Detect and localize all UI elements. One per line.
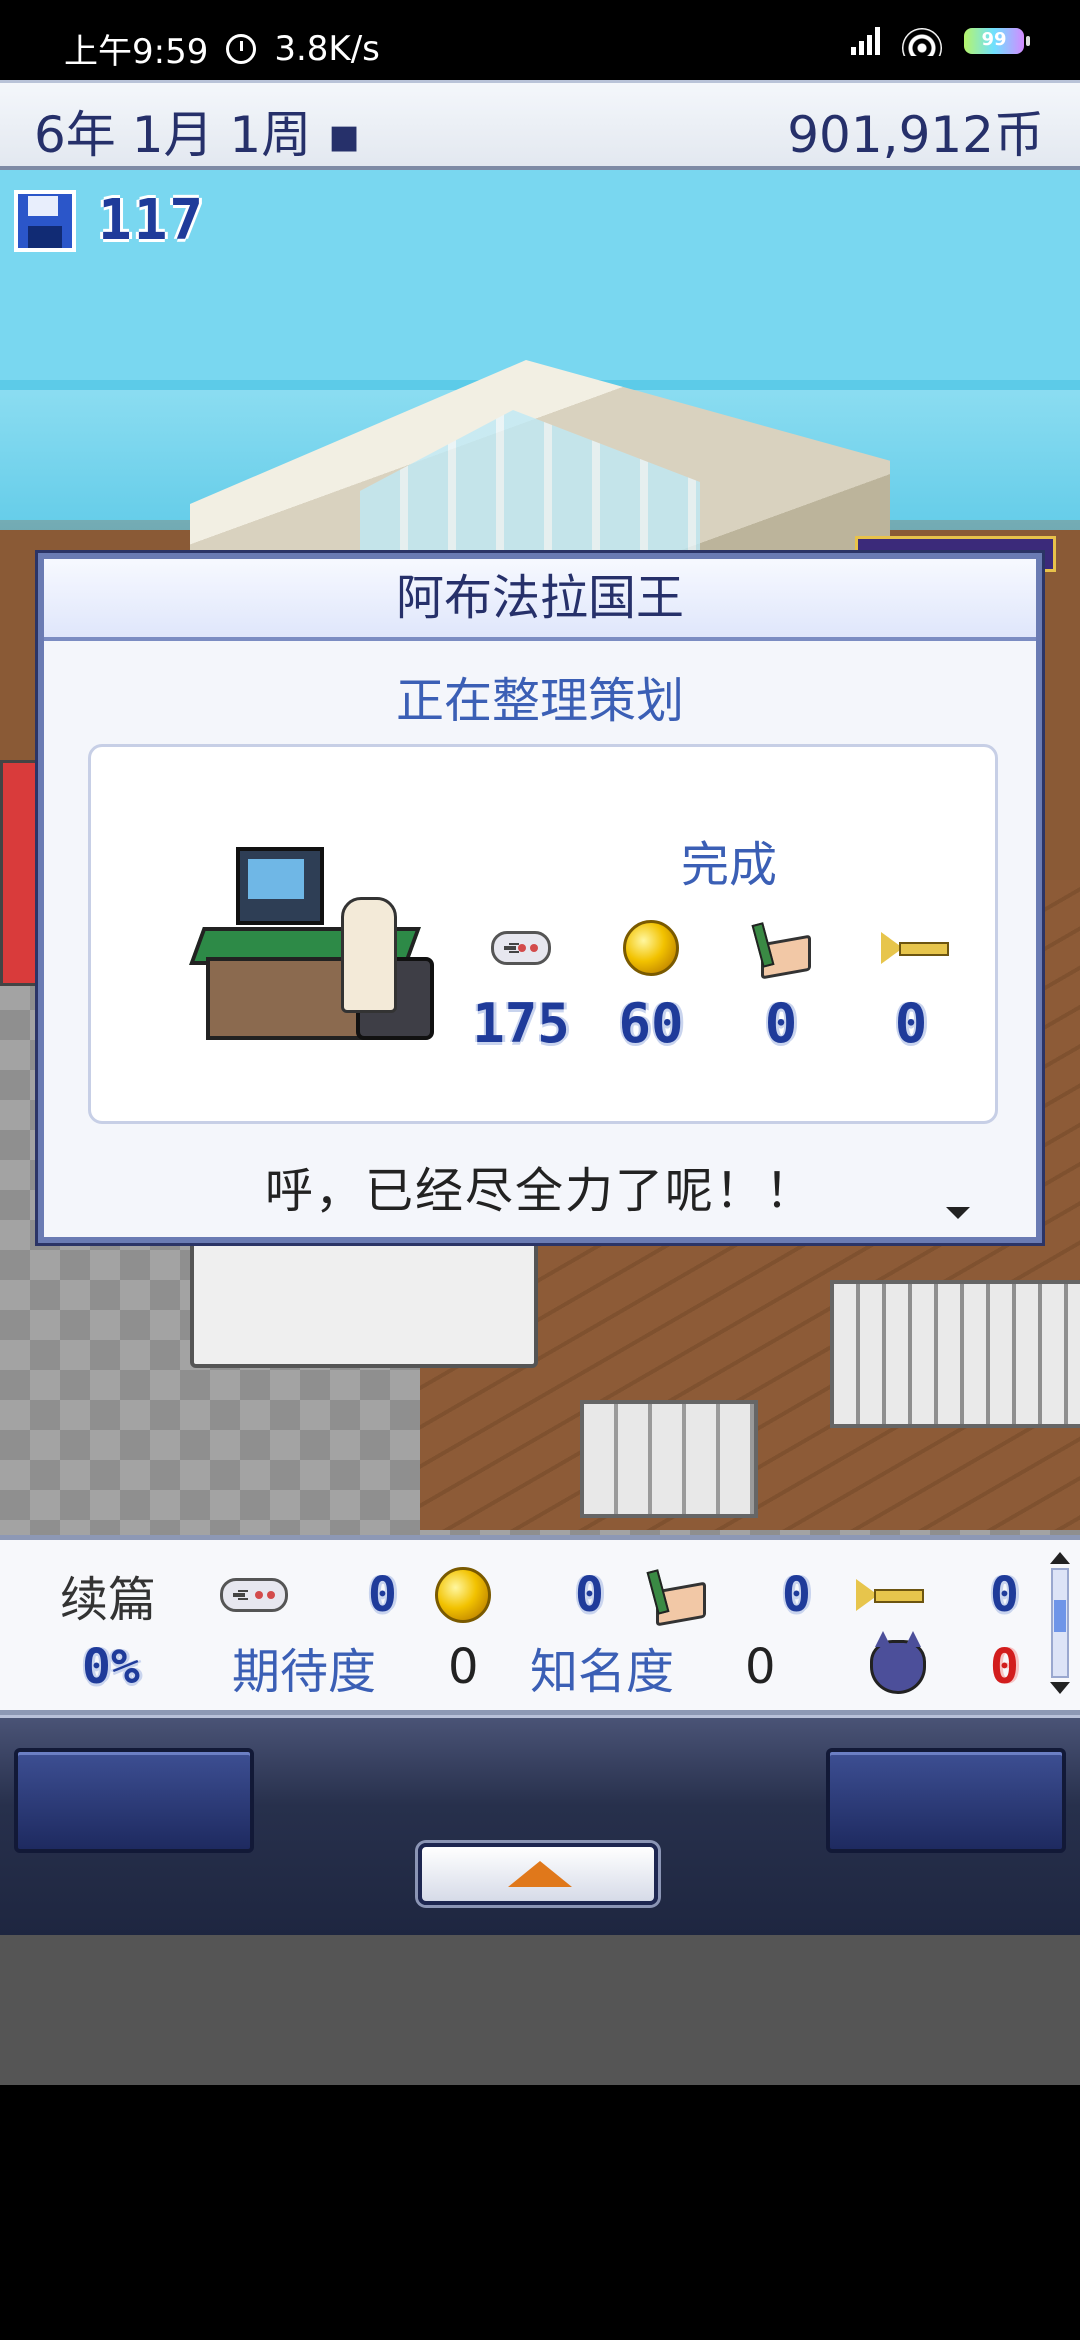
- scroll-down-icon[interactable]: [1050, 1682, 1070, 1694]
- fame-label: 知名度: [530, 1644, 675, 1700]
- coin-icon: [623, 920, 679, 976]
- trumpet-icon: [856, 1575, 924, 1615]
- stats-row-1: 续篇 0 0 0 0: [0, 1560, 1050, 1630]
- gamepad-icon: [220, 1578, 288, 1612]
- left-menu-button[interactable]: [14, 1748, 254, 1853]
- paintbrush-icon: [648, 1570, 704, 1620]
- money-amount: 901,912币: [787, 106, 1044, 164]
- status-complete: 完成: [681, 837, 778, 893]
- stats-scrollbar[interactable]: [1048, 1552, 1072, 1702]
- progress-percent: 0%: [82, 1639, 140, 1695]
- alarm-icon: [226, 33, 257, 64]
- bug-devil-icon: [870, 1631, 926, 1694]
- coin-icon: [435, 1567, 491, 1623]
- project-dialog[interactable]: 阿布法拉国王 正在整理策划 完成 175 60 0 0 呼，已经尽全力了呢！！: [38, 553, 1042, 1243]
- continue-arrow-icon[interactable]: [946, 1207, 970, 1219]
- paintbrush-icon: [753, 923, 809, 973]
- project-stats-bar[interactable]: 续篇 0 0 0 0 0% 期待度 0 知名度 0 0: [0, 1535, 1080, 1715]
- status-time: 上午9:59: [64, 32, 209, 72]
- stat-value: 0: [894, 992, 928, 1055]
- bug-value: 0: [990, 1639, 1019, 1695]
- trumpet-icon: [881, 928, 949, 968]
- save-count: 117: [98, 188, 206, 253]
- status-right: 99: [851, 26, 1030, 56]
- battery-level: 99: [981, 29, 1007, 50]
- creativity-value: 0: [575, 1567, 604, 1623]
- stat-value: 60: [618, 992, 684, 1055]
- dialog-subtitle: 正在整理策划: [395, 673, 684, 729]
- fame-value: 0: [745, 1639, 776, 1695]
- floppy-disk-icon[interactable]: [14, 189, 76, 252]
- graphics-value: 0: [782, 1567, 811, 1623]
- scroll-thumb[interactable]: [1054, 1600, 1066, 1632]
- stat-sound: 0: [846, 922, 976, 1055]
- control-panel: [0, 1715, 1080, 1938]
- battery-icon: 99: [964, 28, 1030, 54]
- stat-fun: 175: [456, 922, 586, 1055]
- system-nav-area: [0, 2085, 1080, 2340]
- monitor: [236, 847, 324, 925]
- bottom-gray-area: [0, 1935, 1080, 2085]
- network-speed: 3.8K/s: [274, 28, 380, 69]
- stat-creativity: 60: [586, 920, 716, 1055]
- sound-value: 0: [990, 1567, 1019, 1623]
- dialog-message: 呼，已经尽全力了呢！！: [264, 1163, 815, 1219]
- stats-row-2: 0% 期待度 0 知名度 0 0: [0, 1631, 1050, 1702]
- signal-icon: [851, 27, 880, 55]
- stat-value: 0: [764, 992, 798, 1055]
- fun-value: 0: [368, 1567, 397, 1623]
- stat-value: 175: [472, 992, 570, 1055]
- storage-shelf: [830, 1280, 1080, 1428]
- scroll-track[interactable]: [1051, 1568, 1069, 1678]
- dialog-title: 阿布法拉国王: [44, 559, 1036, 641]
- scroll-up-icon[interactable]: [1050, 1552, 1070, 1564]
- top-info-bar: 6年 1月 1周 ▪ 901,912币: [0, 80, 1080, 170]
- office-desk: [580, 1400, 758, 1518]
- bookcase: [0, 760, 40, 986]
- wifi-icon: [902, 26, 942, 56]
- developer-character: [341, 897, 397, 1013]
- developer-at-desk-image: [189, 847, 434, 1040]
- expand-up-button[interactable]: [418, 1843, 658, 1905]
- expectation-value: 0: [448, 1639, 479, 1695]
- game-date: 6年 1月 1周 ▪: [34, 106, 362, 164]
- gamepad-icon: [491, 931, 551, 965]
- sequel-label: 续篇: [60, 1572, 157, 1628]
- right-menu-button[interactable]: [826, 1748, 1066, 1853]
- status-left: 上午9:59 3.8K/s: [64, 24, 380, 73]
- status-bar: 上午9:59 3.8K/s 99: [0, 0, 1080, 80]
- reception-counter: [190, 1240, 538, 1368]
- save-slot[interactable]: 117: [14, 188, 205, 253]
- stats-row: 175 60 0 0: [456, 920, 976, 1055]
- expectation-label: 期待度: [232, 1644, 377, 1700]
- stat-graphics: 0: [716, 922, 846, 1055]
- dialog-content-panel: 完成 175 60 0 0: [88, 744, 998, 1124]
